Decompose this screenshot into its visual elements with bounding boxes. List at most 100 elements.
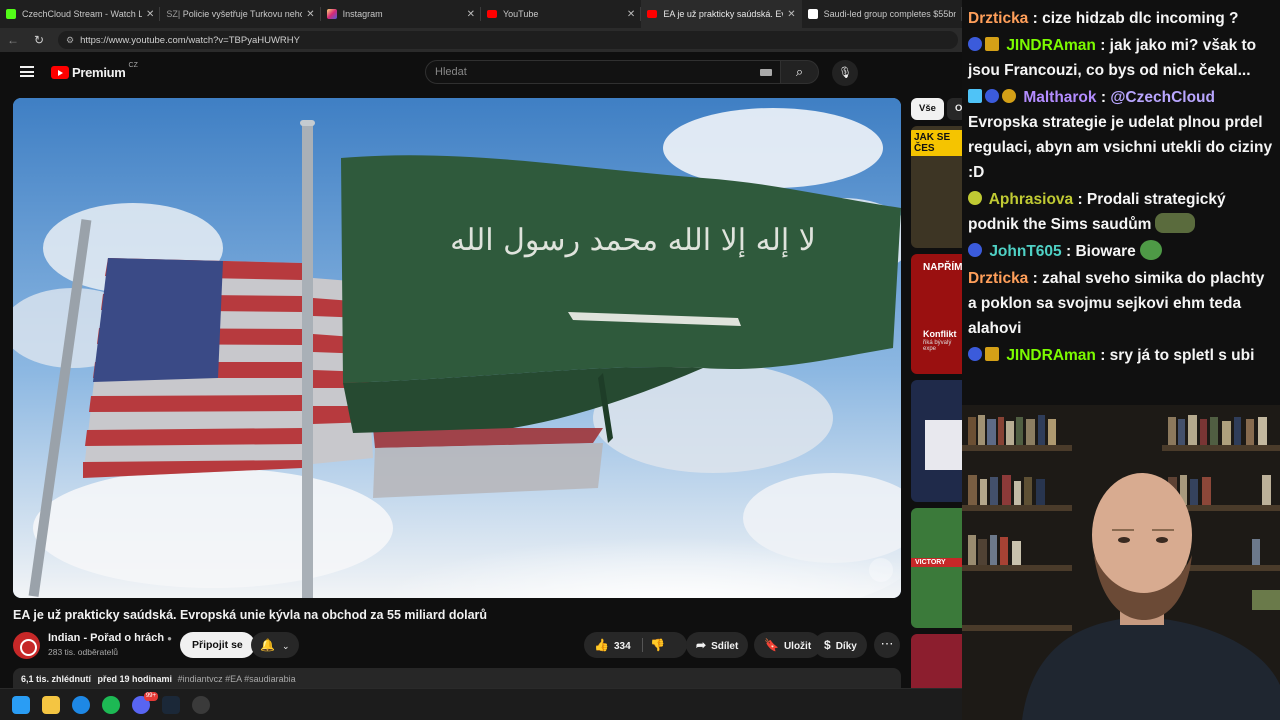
logo-text: Premium [72, 65, 126, 80]
chat-mention[interactable]: @CzechCloud [1110, 89, 1215, 106]
tab-ea-video[interactable]: EA je už prakticky saúdská. Evrop ✕ [641, 0, 802, 28]
search-button[interactable]: ⌕ [781, 60, 819, 84]
chat-text: Evropska strategie je udelat plnou prdel… [968, 114, 1273, 181]
close-icon[interactable]: ✕ [787, 9, 795, 20]
tab-youtube[interactable]: YouTube ✕ [481, 0, 642, 28]
youtube-premium-logo[interactable]: Premium CZ [51, 62, 138, 80]
site-prefix: SZ| [166, 9, 181, 19]
chat-text: : [1096, 89, 1111, 106]
bell-icon: 🔔 [260, 638, 275, 652]
edge-icon[interactable] [72, 696, 90, 714]
share-icon: ➦ [696, 638, 707, 652]
bookmark-icon: 🔖 [764, 638, 779, 652]
reload-icon[interactable]: ↻ [26, 33, 52, 47]
channel-avatar[interactable] [13, 632, 40, 659]
chip-other[interactable]: O [947, 98, 962, 120]
like-button[interactable]: 👍 334 [594, 632, 631, 660]
search-input[interactable]: Hledat [425, 60, 781, 84]
settings-icon[interactable] [192, 696, 210, 714]
chat-username[interactable]: Maltharok [1023, 89, 1096, 106]
site-info-icon[interactable]: ⚙ [66, 35, 74, 46]
chat-username[interactable]: JINDRAman [1006, 347, 1096, 364]
close-icon[interactable]: ✕ [306, 9, 314, 20]
verified-icon: ● [167, 634, 172, 643]
tab-title: CzechCloud Stream - Watch Live o [22, 9, 142, 19]
steam-icon[interactable] [162, 696, 180, 714]
close-icon[interactable]: ✕ [627, 9, 635, 20]
thumbnail-text: VICTORY [911, 558, 962, 567]
chat-message: JohnT605 : Bioware [968, 239, 1274, 264]
chat-username[interactable]: Drzticka [968, 270, 1028, 287]
address-bar-row: ← ↻ ⚙ https://www.youtube.com/watch?v=TB… [0, 28, 962, 52]
logo-region: CZ [128, 62, 138, 69]
thanks-button[interactable]: $ Díky [814, 632, 867, 658]
spotify-icon[interactable] [102, 696, 120, 714]
channel-name-text: Indian - Pořad o hrách [48, 632, 165, 644]
join-button[interactable]: Připojit se [180, 632, 255, 658]
rank-badge-icon [1002, 89, 1016, 103]
webcam-feed [962, 405, 1280, 720]
shahada-text: لا إله إلا الله محمد رسول الله [450, 223, 816, 258]
chat-username[interactable]: Drzticka [968, 10, 1028, 27]
keyboard-icon[interactable] [760, 69, 772, 76]
video-title: EA je už prakticky saúdská. Evropská uni… [13, 608, 488, 622]
tab-policie[interactable]: SZ| Policie vyšetřuje Turkovu nehodu ✕ [160, 0, 321, 28]
gem-badge-icon [968, 89, 982, 103]
tab-title: SZ| Policie vyšetřuje Turkovu nehodu [166, 9, 302, 19]
tab-title: EA je už prakticky saúdská. Evrop [663, 9, 783, 19]
thumbnail-text: JAK SE ČES [911, 130, 962, 156]
instagram-icon [326, 9, 337, 19]
tab-czechcloud-stream[interactable]: CzechCloud Stream - Watch Live o ✕ [0, 0, 161, 28]
related-thumbnail[interactable]: VICTORY [911, 508, 962, 628]
windows-taskbar: 99+ [0, 688, 962, 720]
chat-username[interactable]: JINDRAman [1006, 37, 1096, 54]
sub-badge-icon [968, 243, 982, 257]
folder-icon[interactable] [42, 696, 60, 714]
dislike-button[interactable]: 👎 [650, 632, 665, 658]
channel-watermark-icon[interactable] [869, 558, 893, 582]
related-thumbnail[interactable] [911, 380, 962, 502]
pepe-emote-icon [1139, 240, 1162, 260]
tab-instagram[interactable]: Instagram ✕ [321, 0, 481, 28]
thumbnail-subtitle: Konflikt [923, 329, 957, 339]
close-icon[interactable]: ✕ [146, 9, 154, 20]
share-button[interactable]: ➦ Sdílet [686, 632, 749, 658]
url-text: https://www.youtube.com/watch?v=TBPyaHUW… [80, 34, 300, 46]
description-box[interactable]: 6,1 tis. zhlédnutí před 19 hodinami #ind… [13, 668, 901, 688]
tab-title: Instagram [342, 9, 383, 19]
webcam-scene [962, 405, 1280, 720]
close-icon[interactable]: ✕ [467, 9, 475, 20]
related-thumbnail[interactable]: NAPŘÍMO Konflikt řiká bývalý expe [911, 254, 962, 374]
voice-search-button[interactable]: 🎙 [832, 60, 858, 86]
menu-icon[interactable] [20, 66, 34, 77]
url-field[interactable]: ⚙ https://www.youtube.com/watch?v=TBPyaH… [58, 31, 958, 49]
thumbnail-text: NAPŘÍMO [923, 262, 962, 273]
chip-all[interactable]: Vše [911, 98, 944, 120]
tab-title: YouTube [502, 9, 539, 19]
back-icon[interactable]: ← [0, 33, 26, 47]
tab-saudi-group[interactable]: Saudi-led group completes $55bn [802, 0, 962, 28]
chat-message: Drzticka : cize hidzab dlc incoming ? [968, 6, 1274, 31]
related-thumbnail[interactable] [911, 634, 962, 688]
notifications-button[interactable]: 🔔 ⌄ [251, 632, 299, 658]
video-player[interactable]: لا إله إلا الله محمد رسول الله [13, 98, 901, 598]
browser-tab-bar: CzechCloud Stream - Watch Live o ✕ SZ| P… [0, 0, 962, 28]
chevron-down-icon: ⌄ [281, 641, 290, 651]
divider [642, 638, 643, 652]
thanks-label: Díky [835, 641, 857, 652]
discord-icon[interactable]: 99+ [132, 692, 158, 714]
thumbnail-caption: řiká bývalý expe [923, 340, 952, 352]
windows-start-icon[interactable] [12, 696, 30, 714]
search-placeholder: Hledat [435, 66, 467, 78]
hashtags[interactable]: #indiantvcz #EA #saudiarabia [178, 674, 296, 684]
related-thumbnail[interactable]: JAK SE ČES [911, 126, 962, 248]
chat-username[interactable]: Aphrasiova [989, 191, 1073, 208]
stream-chat: Drzticka : cize hidzab dlc incoming ? JI… [962, 0, 1280, 405]
chat-username[interactable]: JohnT605 [989, 243, 1061, 260]
share-label: Sdílet [711, 641, 739, 652]
view-count: 6,1 tis. zhlédnutí [21, 674, 92, 684]
save-button[interactable]: 🔖 Uložit [754, 632, 822, 658]
sub-badge-icon [968, 347, 982, 361]
channel-name[interactable]: Indian - Pořad o hrách ● [48, 632, 172, 644]
more-actions-icon[interactable]: ⋯ [874, 632, 900, 658]
